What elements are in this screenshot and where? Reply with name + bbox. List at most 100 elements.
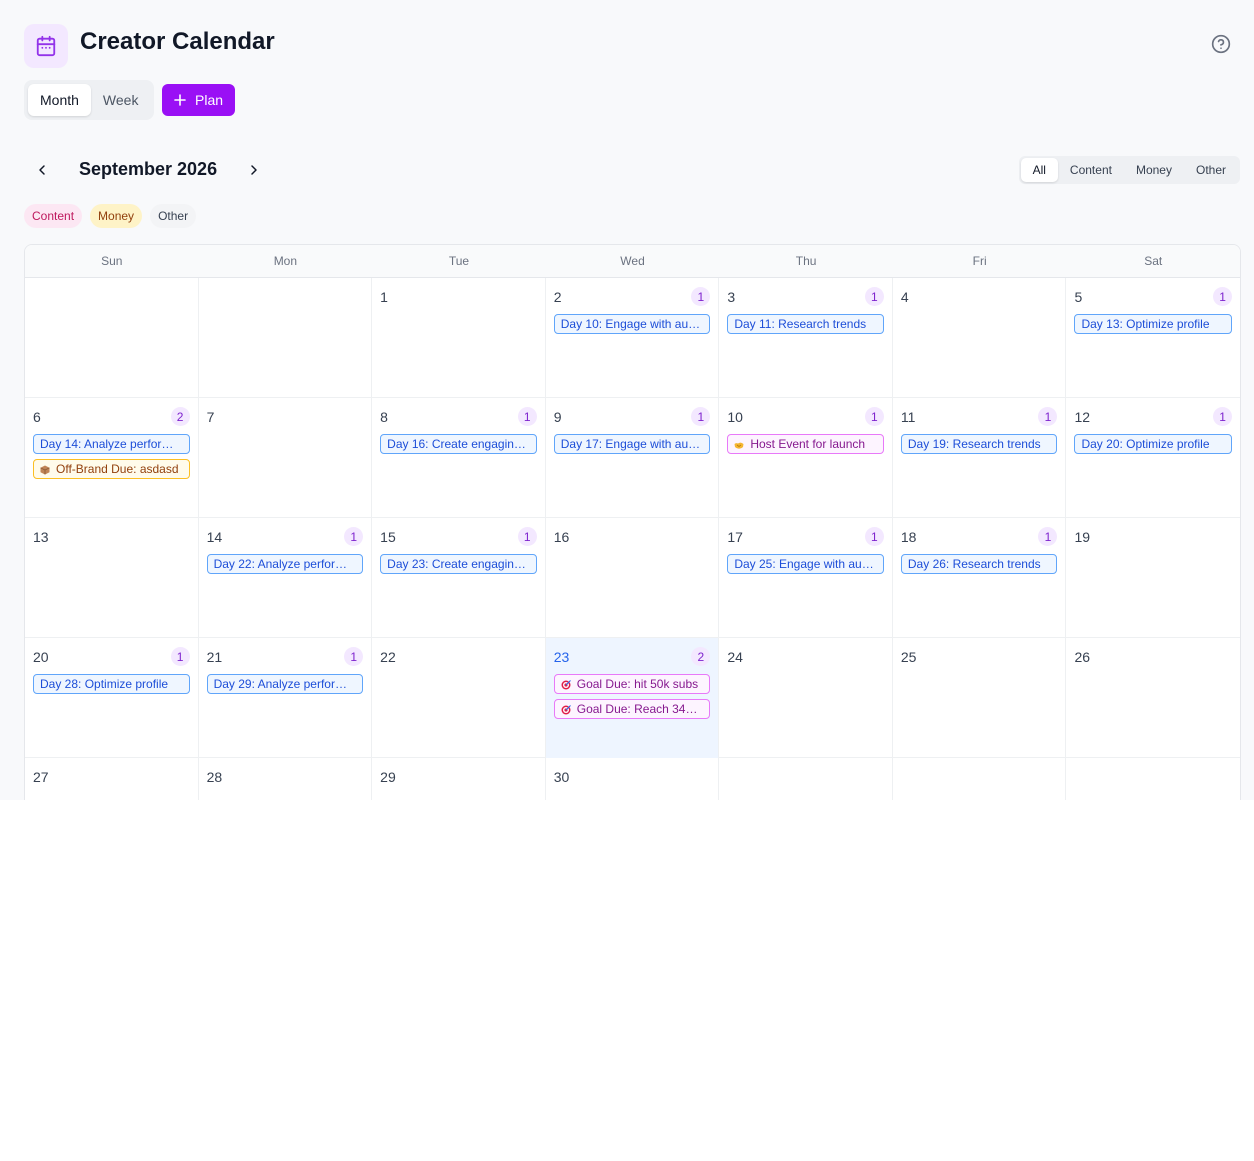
filter-tab-content[interactable]: Content — [1058, 158, 1124, 182]
day-number: 22 — [380, 649, 396, 665]
calendar-day-1[interactable]: 1 — [372, 278, 546, 398]
calendar-week-row: 13 14 1 Day 22: Analyze performance 15 1 Day 2… — [25, 518, 1240, 638]
category-legend: Content Money Other — [24, 204, 197, 228]
calendar-day-28[interactable]: 28 — [199, 758, 373, 800]
event-chip-other[interactable]: Goal Due: hit 50k subs — [553, 674, 711, 694]
calendar-day-9[interactable]: 9 1 Day 17: Engage with audience — [546, 398, 720, 518]
calendar-day-29[interactable]: 29 — [372, 758, 546, 800]
legend-chip-content: Content — [24, 204, 83, 228]
calendar-day-27[interactable]: 27 — [25, 758, 199, 800]
calendar-day-26[interactable]: 26 — [1066, 638, 1240, 758]
calendar-day-25[interactable]: 25 — [893, 638, 1067, 758]
calendar-day-2[interactable]: 2 1 Day 10: Engage with audience — [546, 278, 720, 398]
month-view-button[interactable]: Month — [28, 84, 91, 116]
event-label: Day 29: Analyze performance — [213, 677, 357, 691]
chevron-left-icon — [39, 165, 45, 175]
event-chip-content[interactable]: Day 10: Engage with audience — [553, 314, 711, 334]
event-label: Day 19: Research trends — [907, 437, 1041, 451]
event-chip-other[interactable]: Goal Due: Reach 34k followers — [553, 699, 711, 719]
calendar-day-24[interactable]: 24 — [719, 638, 893, 758]
event-chip-content[interactable]: Day 25: Engage with audience — [727, 554, 884, 574]
view-toggle: Month Week — [24, 80, 155, 120]
event-label: Off-Brand Due: asdasd — [56, 462, 179, 476]
calendar-day-30[interactable]: 30 — [546, 758, 720, 800]
calendar-day-17[interactable]: 17 1 Day 25: Engage with audience — [719, 518, 893, 638]
handshake-icon — [734, 439, 744, 449]
calendar-day-12[interactable]: 12 1 Day 20: Optimize profile — [1066, 398, 1240, 518]
calendar-day-18[interactable]: 18 1 Day 26: Research trends — [893, 518, 1067, 638]
event-chip-content[interactable]: Day 22: Analyze performance — [206, 554, 364, 574]
day-number: 14 — [206, 529, 223, 545]
day-number: 7 — [206, 409, 215, 425]
day-number: 6 — [33, 409, 41, 425]
calendar-day-5[interactable]: 5 1 Day 13: Optimize profile — [1066, 278, 1240, 398]
event-chip-other[interactable]: Host Event for launch — [727, 434, 884, 454]
calendar-day-8[interactable]: 8 1 Day 16: Create engaging content — [372, 398, 546, 518]
day-number: 15 — [380, 529, 396, 545]
event-count-badge: 1 — [170, 647, 190, 666]
weekday-fri: Fri — [972, 254, 987, 268]
calendar-day-4[interactable]: 4 — [893, 278, 1067, 398]
calendar-day-3[interactable]: 3 1 Day 11: Research trends — [719, 278, 893, 398]
help-circle-icon[interactable] — [1210, 33, 1232, 55]
calendar-day-10[interactable]: 10 1 Host Event for launch — [719, 398, 893, 518]
filter-tab-other[interactable]: Other — [1184, 158, 1238, 182]
event-label: Host Event for launch — [750, 437, 866, 451]
event-chip-content[interactable]: Day 19: Research trends — [900, 434, 1058, 454]
event-count-badge: 1 — [864, 527, 884, 546]
calendar-empty-cell — [893, 758, 1067, 800]
day-number: 21 — [206, 649, 223, 665]
prev-month-button[interactable] — [32, 160, 52, 180]
weekday-thu: Thu — [795, 254, 817, 268]
event-chip-content[interactable]: Day 16: Create engaging content — [380, 434, 537, 454]
weekday-sat: Sat — [1144, 254, 1163, 268]
event-label: Goal Due: hit 50k subs — [576, 677, 699, 691]
day-number: 20 — [33, 649, 49, 665]
calendar-day-16[interactable]: 16 — [546, 518, 720, 638]
filter-tab-money[interactable]: Money — [1124, 158, 1184, 182]
next-month-button[interactable] — [244, 160, 264, 180]
event-label: Day 26: Research trends — [907, 557, 1041, 571]
calendar-day-6[interactable]: 6 2 Day 14: Analyze performance Off-Brand D… — [25, 398, 199, 518]
event-chip-content[interactable]: Day 20: Optimize profile — [1074, 434, 1233, 454]
category-filter-tabs: All Content Money Other — [1018, 156, 1240, 184]
calendar-icon — [24, 24, 68, 68]
calendar-day-14[interactable]: 14 1 Day 22: Analyze performance — [199, 518, 373, 638]
calendar-day-20[interactable]: 20 1 Day 28: Optimize profile — [25, 638, 199, 758]
day-number: 2 — [553, 289, 562, 305]
event-label: Day 17: Engage with audience — [560, 437, 704, 451]
legend-chip-other: Other — [150, 204, 197, 228]
plan-button[interactable]: Plan — [162, 84, 236, 116]
calendar-grid: Sun Mon Tue Wed Thu Fri Sat 1 2 1 Day 10: Engage … — [24, 244, 1241, 800]
calendar-day-23[interactable]: 23 2 Goal Due: hit 50k subs Goal Due: Reach… — [545, 638, 720, 758]
weekday-header: Sun Mon Tue Wed Thu Fri Sat — [25, 245, 1240, 278]
event-chip-content[interactable]: Day 28: Optimize profile — [33, 674, 190, 694]
filter-tab-all[interactable]: All — [1020, 158, 1058, 182]
calendar-day-19[interactable]: 19 — [1066, 518, 1240, 638]
week-view-button[interactable]: Week — [91, 84, 151, 116]
event-chip-content[interactable]: Day 29: Analyze performance — [206, 674, 364, 694]
event-chip-content[interactable]: Day 11: Research trends — [727, 314, 884, 334]
calendar-day-15[interactable]: 15 1 Day 23: Create engaging content — [372, 518, 546, 638]
calendar-day-22[interactable]: 22 — [372, 638, 546, 758]
event-chip-content[interactable]: Day 13: Optimize profile — [1074, 314, 1233, 334]
event-chip-content[interactable]: Day 26: Research trends — [900, 554, 1058, 574]
event-chip-content[interactable]: Day 23: Create engaging content — [380, 554, 537, 574]
day-number: 13 — [33, 529, 49, 545]
calendar-day-11[interactable]: 11 1 Day 19: Research trends — [893, 398, 1067, 518]
target-icon — [561, 679, 571, 690]
calendar-day-21[interactable]: 21 1 Day 29: Analyze performance — [199, 638, 373, 758]
event-chip-content[interactable]: Day 14: Analyze performance — [33, 434, 190, 454]
event-count-badge: 1 — [517, 527, 537, 546]
calendar-empty-cell — [199, 278, 373, 398]
calendar-week-row: 20 1 Day 28: Optimize profile 21 1 Day 29: An… — [25, 638, 1240, 758]
event-chip-content[interactable]: Day 17: Engage with audience — [553, 434, 711, 454]
event-count-badge: 1 — [864, 407, 884, 426]
day-number: 29 — [380, 769, 396, 785]
calendar-day-13[interactable]: 13 — [25, 518, 199, 638]
calendar-day-7[interactable]: 7 — [199, 398, 373, 518]
event-label: Day 28: Optimize profile — [40, 677, 169, 691]
day-number: 9 — [553, 409, 562, 425]
event-chip-money[interactable]: Off-Brand Due: asdasd — [33, 459, 190, 479]
day-number: 3 — [727, 289, 736, 305]
